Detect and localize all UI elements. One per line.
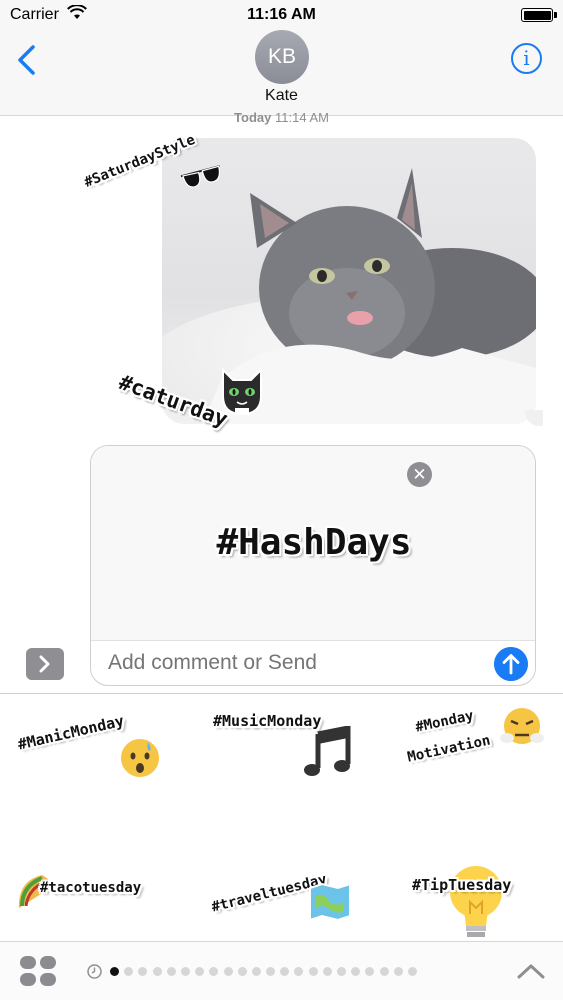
page-dot[interactable] [138,967,148,976]
page-dot[interactable] [407,967,417,976]
hashdays-sticker[interactable]: #HashDays [91,522,535,563]
message-timestamp: Today 11:14 AM [0,110,563,125]
sticker-text: #TipTuesday [412,876,512,894]
page-dot[interactable] [223,967,233,976]
app-drawer-icon[interactable] [20,956,58,988]
page-dot[interactable] [180,967,190,976]
page-dot[interactable] [308,967,318,976]
status-time: 11:16 AM [247,6,316,23]
page-dot[interactable] [251,967,261,976]
status-bar: Carrier 11:16 AM [0,0,563,30]
conversation-header: KB Kate i [0,30,563,116]
page-dot[interactable] [209,967,219,976]
sticker-travel-tuesday[interactable]: #traveltuesday [208,864,358,924]
page-dot[interactable] [110,967,119,976]
timestamp-day: Today [234,110,272,125]
sticker-music-monday[interactable]: #MusicMonday [210,704,360,784]
map-icon [309,882,351,922]
page-dot[interactable] [195,967,205,976]
page-dot[interactable] [393,967,403,976]
sticker-manic-monday[interactable]: #ManicMonday [12,708,172,779]
sticker-drawer: #ManicMonday #MusicMonday #Monday Motiva… [0,693,563,941]
sticker-text: #ManicMonday [16,711,126,754]
page-dot[interactable] [379,967,389,976]
chevron-right-icon[interactable] [26,648,64,680]
page-dot[interactable] [337,967,346,976]
page-dot[interactable] [124,967,134,976]
app-tray-bar [0,941,563,1000]
sticker-taco-tuesday[interactable]: #tacotuesday [10,866,170,926]
info-icon[interactable]: i [511,43,542,74]
chevron-up-icon[interactable] [516,961,546,981]
avatar[interactable]: KB [255,30,309,84]
clock-icon[interactable] [87,964,102,979]
page-dot[interactable] [351,967,361,976]
sticker-text-line2: Motivation [406,732,492,766]
music-note-icon [304,726,351,776]
page-dot[interactable] [266,967,276,976]
remove-sticker-icon[interactable]: ✕ [407,462,432,487]
arrow-up-icon[interactable] [494,647,528,681]
battery-icon [521,8,553,22]
steaming-face-icon [500,706,544,746]
page-dot[interactable] [322,967,332,976]
battery-tip [554,12,557,18]
timestamp-time: 11:14 AM [274,110,329,125]
compose-box[interactable]: ✕ #HashDays [90,445,536,686]
chevron-left-icon[interactable] [14,44,40,76]
anxious-face-icon [119,737,161,779]
page-dot[interactable] [152,967,162,976]
page-dot[interactable] [365,967,375,976]
contact-name[interactable]: Kate [0,87,563,105]
sticker-monday-motivation[interactable]: #Monday Motivation [400,702,550,782]
page-dot[interactable] [237,967,247,976]
sticker-text-line1: #Monday [414,707,476,736]
page-dot[interactable] [280,967,290,976]
sticker-tip-tuesday[interactable]: #TipTuesday [408,864,553,942]
message-input[interactable] [108,651,468,675]
page-dot[interactable] [166,967,176,976]
page-dot[interactable] [294,967,304,976]
page-indicator[interactable] [110,967,417,976]
sticker-text: #tacotuesday [40,880,142,896]
sticker-preview: ✕ #HashDays [91,446,535,641]
